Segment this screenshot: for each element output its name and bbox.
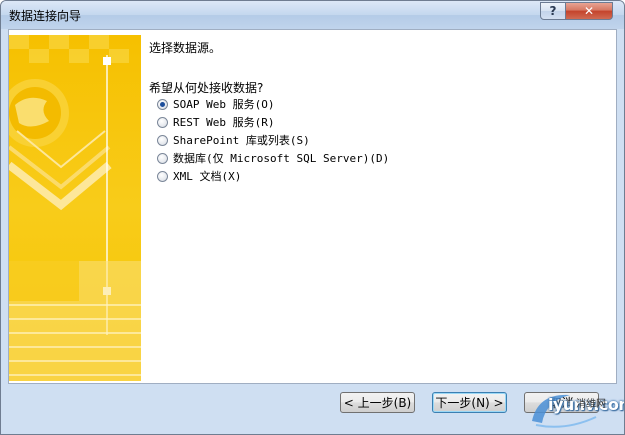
window-title: 数据连接向导 [9, 9, 82, 23]
close-icon: ✕ [583, 4, 595, 18]
next-button[interactable]: 下一步(N) > [432, 392, 507, 413]
wizard-banner-art [9, 35, 141, 381]
option-rest[interactable]: REST Web 服务(R) [157, 113, 389, 131]
radio-database[interactable] [157, 152, 168, 164]
back-button[interactable]: < 上一步(B) [340, 392, 415, 413]
help-button[interactable]: ? [540, 2, 566, 20]
radio-rest[interactable] [157, 116, 168, 128]
wizard-side-graphic [9, 35, 141, 381]
option-database-label: 数据库(仅 Microsoft SQL Server)(D) [173, 152, 390, 165]
option-sharepoint[interactable]: SharePoint 库或列表(S) [157, 131, 389, 149]
main-panel: 选择数据源。 希望从何处接收数据? SOAP Web 服务(O) REST We… [141, 35, 615, 381]
option-xml[interactable]: XML 文档(X) [157, 167, 389, 185]
option-rest-label: REST Web 服务(R) [173, 116, 275, 129]
radio-soap[interactable] [157, 98, 168, 110]
option-sharepoint-label: SharePoint 库或列表(S) [173, 134, 310, 147]
cancel-button[interactable]: 取消 [524, 392, 599, 413]
option-soap-label: SOAP Web 服务(O) [173, 98, 275, 111]
radio-sharepoint[interactable] [157, 134, 168, 146]
option-database[interactable]: 数据库(仅 Microsoft SQL Server)(D) [157, 149, 389, 167]
option-xml-label: XML 文档(X) [173, 170, 242, 183]
option-soap[interactable]: SOAP Web 服务(O) [157, 95, 389, 113]
question-label: 希望从何处接收数据? [149, 81, 264, 95]
dialog-window: 数据连接向导 ? ✕ 选择数据源。 希望从何处接收数据? SOAP Web 服务… [0, 0, 625, 435]
close-button[interactable]: ✕ [565, 2, 613, 20]
question-mark-icon: ? [549, 4, 557, 18]
radio-xml[interactable] [157, 170, 168, 182]
data-source-options: SOAP Web 服务(O) REST Web 服务(R) SharePoint… [157, 95, 389, 185]
title-bar[interactable]: 数据连接向导 ? ✕ [1, 1, 624, 29]
page-heading: 选择数据源。 [149, 41, 222, 55]
